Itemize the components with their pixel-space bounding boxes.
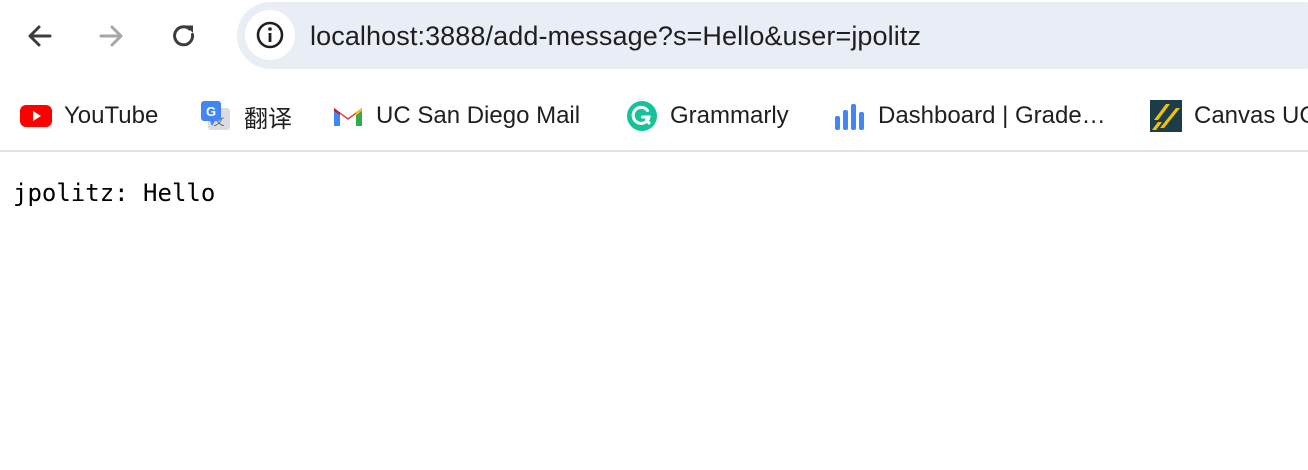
address-bar[interactable]: localhost:3888/add-message?s=Hello&user=… [237, 2, 1308, 69]
arrow-left-icon [28, 25, 52, 47]
bookmark-canvas[interactable]: Canvas UC [1150, 90, 1308, 142]
google-translate-icon: 文 G [200, 100, 232, 132]
forward-button[interactable] [91, 16, 131, 56]
gmail-icon [332, 100, 364, 132]
site-info-button[interactable] [245, 10, 295, 60]
youtube-icon [20, 100, 52, 132]
svg-text:G: G [206, 104, 216, 119]
bookmark-translate[interactable]: 文 G 翻译 [200, 90, 292, 142]
bookmark-ucsd-mail[interactable]: UC San Diego Mail [332, 90, 580, 142]
bookmark-label: YouTube [64, 102, 159, 129]
arrow-right-icon [99, 25, 123, 47]
bookmark-label: 翻译 [244, 105, 292, 133]
bookmark-label: Dashboard | Grade… [878, 102, 1106, 129]
grammarly-icon [626, 100, 658, 132]
info-icon [256, 21, 284, 49]
bookmarks-bar: YouTube 文 G 翻译 UC San Diego Mail Grammar… [0, 90, 1308, 142]
toolbar-divider [0, 150, 1308, 152]
bookmark-grammarly[interactable]: Grammarly [626, 90, 789, 142]
page-message: jpolitz: Hello [13, 179, 216, 207]
browser-toolbar: localhost:3888/add-message?s=Hello&user=… [0, 0, 1308, 74]
gradescope-icon [834, 100, 866, 132]
bookmark-label: Grammarly [670, 102, 789, 129]
bookmark-label: UC San Diego Mail [376, 102, 581, 129]
bookmark-label: Canvas UC [1194, 102, 1308, 129]
canvas-icon [1150, 100, 1182, 132]
reload-button[interactable] [164, 16, 204, 56]
back-button[interactable] [20, 16, 60, 56]
url-text[interactable]: localhost:3888/add-message?s=Hello&user=… [310, 21, 921, 51]
reload-icon [173, 25, 195, 47]
bookmark-gradescope[interactable]: Dashboard | Grade… [834, 90, 1106, 142]
bookmark-youtube[interactable]: YouTube [20, 90, 158, 142]
